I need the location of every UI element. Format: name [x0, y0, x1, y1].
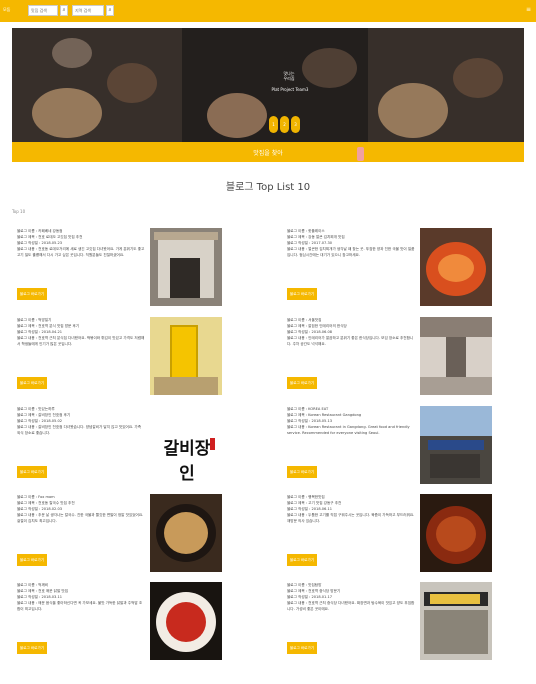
blog-desc: 블로그 내용 : 매운 음식을 좋아하신다면 꼭 가보세요. 불맛 가득한 닭발…	[17, 601, 143, 611]
region-search-button[interactable]: ⌕	[106, 5, 114, 16]
blog-desc: 블로그 내용 : 천호역 근처 중식당 다녀왔어요. 짜장면과 탕수육이 맛있고…	[287, 601, 415, 611]
region-search-container	[72, 5, 104, 16]
blog-link-button[interactable]: 블로그 바로가기	[17, 554, 47, 566]
menu-icon[interactable]: ≡	[526, 6, 532, 14]
card-text: 블로그 이름 : 카페베네 강동점 블로그 제목 : 천호 로데오 고깃집 맛집…	[17, 228, 145, 270]
search-icon: ⌕	[62, 7, 66, 13]
logo-text: 갈비장인	[163, 439, 211, 484]
card-text: 블로그 이름 : 서울맛집 블로그 제목 : 깔끔한 인테리어의 한식당 블로그…	[287, 317, 415, 359]
blog-link-button[interactable]: 블로그 바로가기	[17, 642, 47, 654]
blog-card: 블로그 이름 : 카페베네 강동점 블로그 제목 : 천호 로데오 고깃집 맛집…	[17, 228, 225, 314]
blog-card: 블로그 이름 : 핫플레이스 블로그 제목 : 강동 얼큰 김치찌개 맛집 블로…	[287, 228, 495, 314]
blog-desc: 블로그 내용 : Korean Restaurant in Gangdong. …	[287, 425, 410, 435]
blog-card: 블로그 이름 : 먹방일기 블로그 제목 : 천호역 분식 맛집 방문 후기 블…	[17, 317, 225, 403]
card-text: 블로그 이름 : 행복한맛집 블로그 제목 : 고기 맛집 강동구 추천 블로그…	[287, 494, 415, 536]
blog-card: 블로그 이름 : KOREA EAT 블로그 제목 : Korean Resta…	[287, 406, 495, 492]
card-text: 블로그 이름 : KOREA EAT 블로그 제목 : Korean Resta…	[287, 406, 415, 448]
blog-link-button[interactable]: 블로그 바로가기	[17, 288, 47, 300]
blog-desc: 블로그 내용 : 추운 날 생각나는 칼국수. 진한 국물과 쫄깃한 면발이 정…	[17, 513, 144, 523]
blog-link-button[interactable]: 블로그 바로가기	[17, 377, 47, 389]
section-title: 블로그 Top List 10	[225, 182, 311, 193]
restaurant-photo[interactable]	[420, 406, 492, 484]
restaurant-search-button[interactable]: ⌕	[60, 5, 68, 16]
banner-bar: 맛집을 찾아	[12, 142, 524, 162]
blog-desc: 블로그 내용 : 천호동 로데오거리에 새로 생긴 고깃집 다녀왔어요. 가게 …	[17, 247, 145, 257]
carousel-dot-3[interactable]: 3	[291, 116, 300, 133]
card-text: 블로그 이름 : 맛집탐방 블로그 제목 : 천호역 중식당 방문기 블로그 작…	[287, 582, 415, 624]
search-icon: ⌕	[108, 7, 112, 13]
card-text: 블로그 이름 : 핫플레이스 블로그 제목 : 강동 얼큰 김치찌개 맛집 블로…	[287, 228, 415, 270]
blog-link-button[interactable]: 블로그 바로가기	[287, 288, 317, 300]
restaurant-search-input[interactable]	[29, 6, 57, 15]
section-label: Top 10	[12, 209, 26, 214]
restaurant-photo[interactable]	[150, 228, 222, 306]
restaurant-photo[interactable]	[420, 582, 492, 660]
carousel-dot-2[interactable]: 2	[280, 116, 289, 133]
card-text: 블로그 이름 : 맛있는하루 블로그 제목 : 갈비장인 천호점 후기 블로그 …	[17, 406, 145, 448]
card-text: 블로그 이름 : Fox mom 블로그 제목 : 천호동 칼국수 맛집 추천 …	[17, 494, 145, 536]
blog-card: 블로그 이름 : 맛있는하루 블로그 제목 : 갈비장인 천호점 후기 블로그 …	[17, 406, 225, 492]
banner-text: 맛집을 찾아	[253, 150, 283, 157]
blog-desc: 블로그 내용 : 인테리어가 깔끔하고 분위기 좋은 한식당입니다. 모임 장소…	[287, 336, 414, 346]
blog-link-button[interactable]: 블로그 바로가기	[287, 554, 317, 566]
blog-link-button[interactable]: 블로그 바로가기	[287, 377, 317, 389]
blog-desc: 블로그 내용 : 두툼한 고기를 직접 구워주시는 곳입니다. 육즙이 가득하고…	[287, 513, 415, 523]
region-search-input[interactable]	[73, 6, 103, 15]
blog-link-button[interactable]: 블로그 바로가기	[287, 642, 317, 654]
card-text: 블로그 이름 : 먹깨비 블로그 제목 : 천호 매운 닭발 맛집 블로그 작성…	[17, 582, 145, 624]
blog-desc: 블로그 내용 : 얼큰한 김치찌개가 생각날 때 찾는 곳. 푸짐한 양과 진한…	[287, 247, 415, 257]
blog-link-button[interactable]: 블로그 바로가기	[17, 466, 47, 478]
hero-tagline: Plat Project Team3	[271, 87, 309, 92]
blog-desc: 블로그 내용 : 갈비장인 천호점 다녀왔습니다. 양념갈비가 달지 않고 맛있…	[17, 425, 142, 435]
carousel-dot-1[interactable]: 1	[269, 116, 278, 133]
search-input-container	[28, 5, 58, 16]
blog-card: 블로그 이름 : 맛집탐방 블로그 제목 : 천호역 중식당 방문기 블로그 작…	[287, 582, 495, 668]
blog-card: 블로그 이름 : 서울맛집 블로그 제목 : 깔끔한 인테리어의 한식당 블로그…	[287, 317, 495, 403]
restaurant-logo[interactable]: 갈비장인	[150, 406, 222, 484]
blog-link-button[interactable]: 블로그 바로가기	[287, 466, 317, 478]
restaurant-photo[interactable]	[420, 317, 492, 395]
hero-logo: 맛나는 우리집	[283, 71, 295, 81]
blog-card: 블로그 이름 : 먹깨비 블로그 제목 : 천호 매운 닭발 맛집 블로그 작성…	[17, 582, 225, 668]
blog-card: 블로그 이름 : Fox mom 블로그 제목 : 천호동 칼국수 맛집 추천 …	[17, 494, 225, 580]
restaurant-photo[interactable]	[150, 317, 222, 395]
top-bar: 모둠 ⌕ ⌕ ≡	[0, 0, 536, 22]
blog-card: 블로그 이름 : 행복한맛집 블로그 제목 : 고기 맛집 강동구 추천 블로그…	[287, 494, 495, 580]
brand-logo[interactable]: 모둠	[3, 7, 10, 13]
restaurant-photo[interactable]	[420, 228, 492, 306]
restaurant-photo[interactable]	[420, 494, 492, 572]
restaurant-photo[interactable]	[150, 582, 222, 660]
card-text: 블로그 이름 : 먹방일기 블로그 제목 : 천호역 분식 맛집 방문 후기 블…	[17, 317, 145, 359]
banner-button[interactable]	[357, 147, 364, 161]
restaurant-photo[interactable]	[150, 494, 222, 572]
hero-banner: 맛나는 우리집 Plat Project Team3 1 2 3	[12, 28, 524, 142]
blog-desc: 블로그 내용 : 천호역 근처 분식집 다녀왔어요. 떡볶이와 튀김이 맛있고 …	[17, 336, 145, 346]
